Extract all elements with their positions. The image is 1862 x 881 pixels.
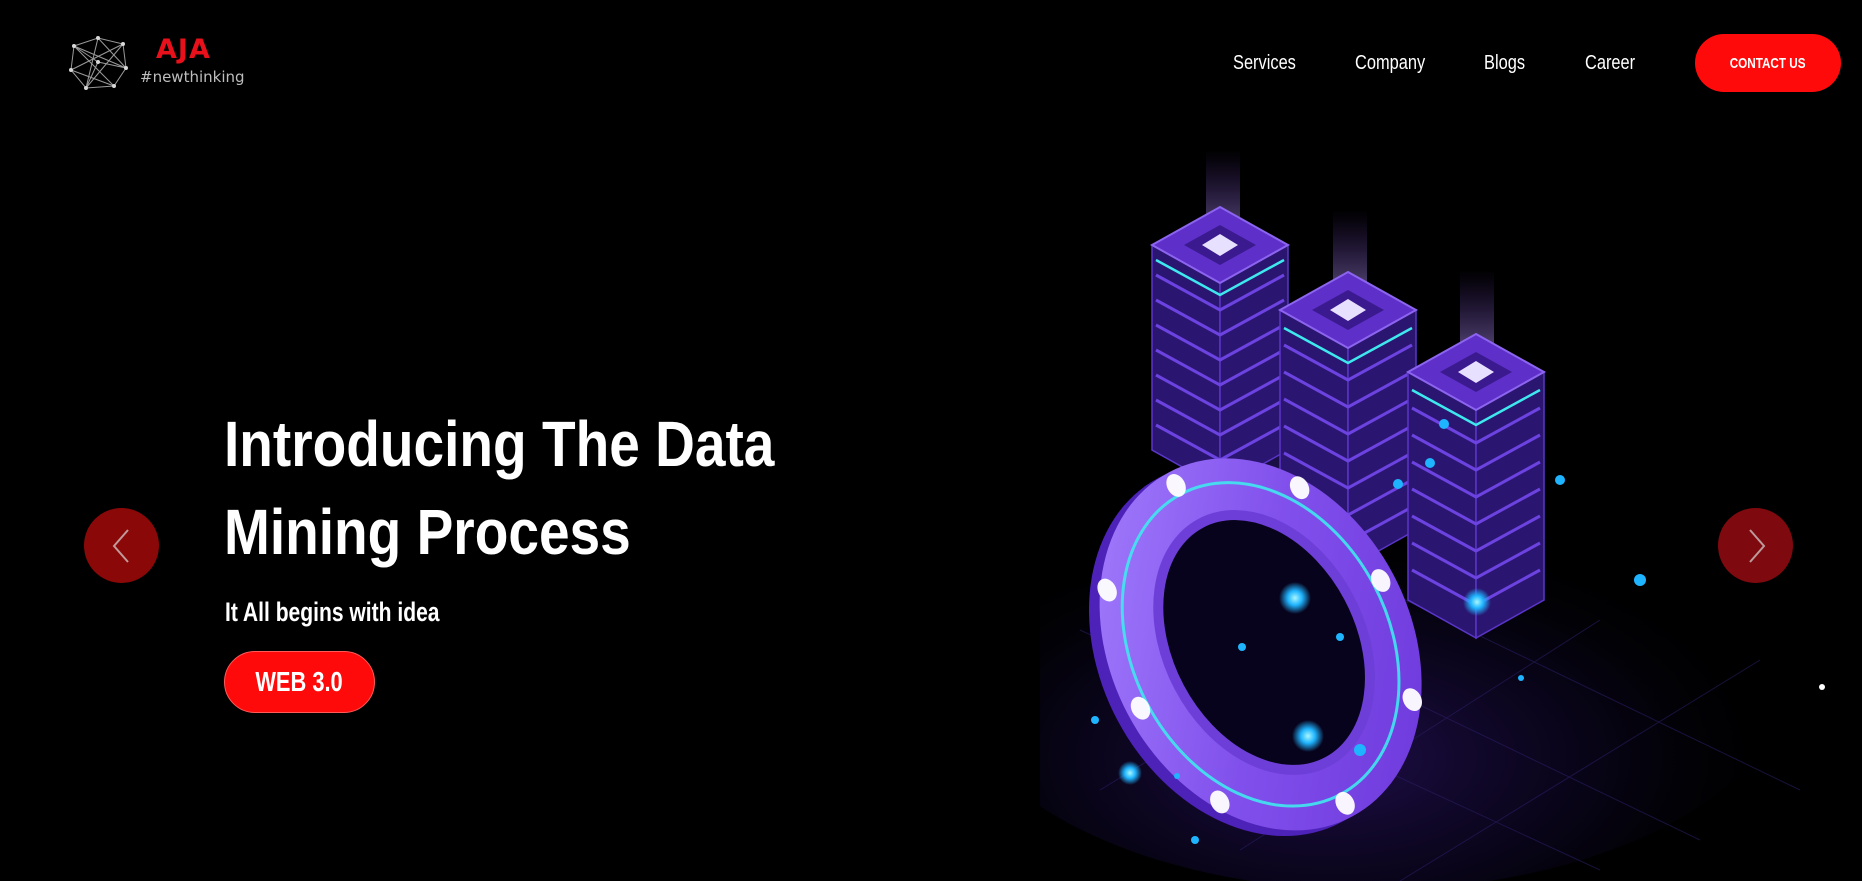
hero-title: Introducing The Data Mining Process bbox=[224, 400, 844, 576]
nav-blogs[interactable]: Blogs bbox=[1484, 46, 1525, 80]
web3-button[interactable]: WEB 3.0 bbox=[224, 651, 375, 713]
chevron-left-icon bbox=[112, 528, 129, 563]
nav-services[interactable]: Services bbox=[1233, 46, 1296, 80]
contact-us-label: CONTACT US bbox=[1730, 54, 1806, 72]
nav-company[interactable]: Company bbox=[1355, 46, 1425, 80]
brand-tagline: #newthinking bbox=[140, 68, 245, 86]
server-tower-3 bbox=[1405, 270, 1547, 640]
network-globe-icon bbox=[69, 36, 128, 90]
nav-career[interactable]: Career bbox=[1585, 46, 1635, 80]
contact-us-button[interactable]: CONTACT US bbox=[1695, 34, 1841, 92]
logo[interactable]: AJA #newthinking bbox=[68, 34, 258, 92]
brand-name: AJA bbox=[156, 34, 211, 65]
page: AJA #newthinking Services Company Blogs … bbox=[0, 0, 1862, 881]
hero-subtitle: It All begins with idea bbox=[225, 597, 440, 627]
carousel-next-button[interactable] bbox=[1718, 508, 1793, 583]
carousel-prev-button[interactable] bbox=[84, 508, 159, 583]
web3-button-label: WEB 3.0 bbox=[255, 666, 344, 697]
chevron-right-icon bbox=[1748, 528, 1765, 563]
hero-title-line-1: Introducing The Data bbox=[224, 408, 775, 480]
hero-title-line-2: Mining Process bbox=[224, 496, 631, 568]
